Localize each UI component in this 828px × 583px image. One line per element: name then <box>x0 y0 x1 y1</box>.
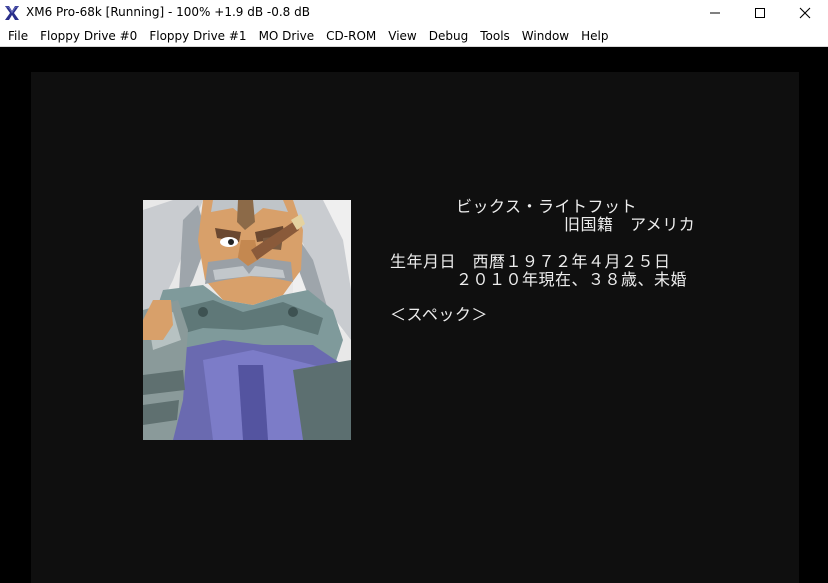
menu-floppy-drive-1[interactable]: Floppy Drive #1 <box>143 29 252 43</box>
close-icon <box>799 7 811 18</box>
close-button[interactable] <box>782 0 828 25</box>
character-age: ２０１０年現在、３８歳、未婚 <box>456 270 688 289</box>
character-nationality: 旧国籍 アメリカ <box>564 215 696 234</box>
maximize-button[interactable] <box>737 0 783 25</box>
title-bar[interactable]: XM6 Pro-68k [Running] - 100% +1.9 dB -0.… <box>0 0 828 25</box>
menu-file[interactable]: File <box>0 29 34 43</box>
minimize-icon <box>710 12 720 13</box>
menu-floppy-drive-0[interactable]: Floppy Drive #0 <box>34 29 143 43</box>
minimize-button[interactable] <box>692 0 738 25</box>
xm6-x-logo-icon <box>4 5 20 21</box>
character-birthdate: 生年月日 西暦１９７２年４月２５日 <box>390 252 671 271</box>
menu-bar: File Floppy Drive #0 Floppy Drive #1 MO … <box>0 25 828 47</box>
window-title: XM6 Pro-68k [Running] - 100% +1.9 dB -0.… <box>26 5 310 19</box>
menu-help[interactable]: Help <box>575 29 614 43</box>
menu-debug[interactable]: Debug <box>423 29 474 43</box>
menu-cd-rom[interactable]: CD-ROM <box>320 29 382 43</box>
menu-tools[interactable]: Tools <box>474 29 516 43</box>
menu-mo-drive[interactable]: MO Drive <box>253 29 321 43</box>
spec-heading: ＜スペック＞ <box>390 305 488 324</box>
maximize-icon <box>755 7 765 18</box>
character-portrait <box>143 200 351 440</box>
menu-window[interactable]: Window <box>516 29 575 43</box>
character-name: ビックス・ライトフット <box>456 197 638 216</box>
menu-view[interactable]: View <box>382 29 422 43</box>
